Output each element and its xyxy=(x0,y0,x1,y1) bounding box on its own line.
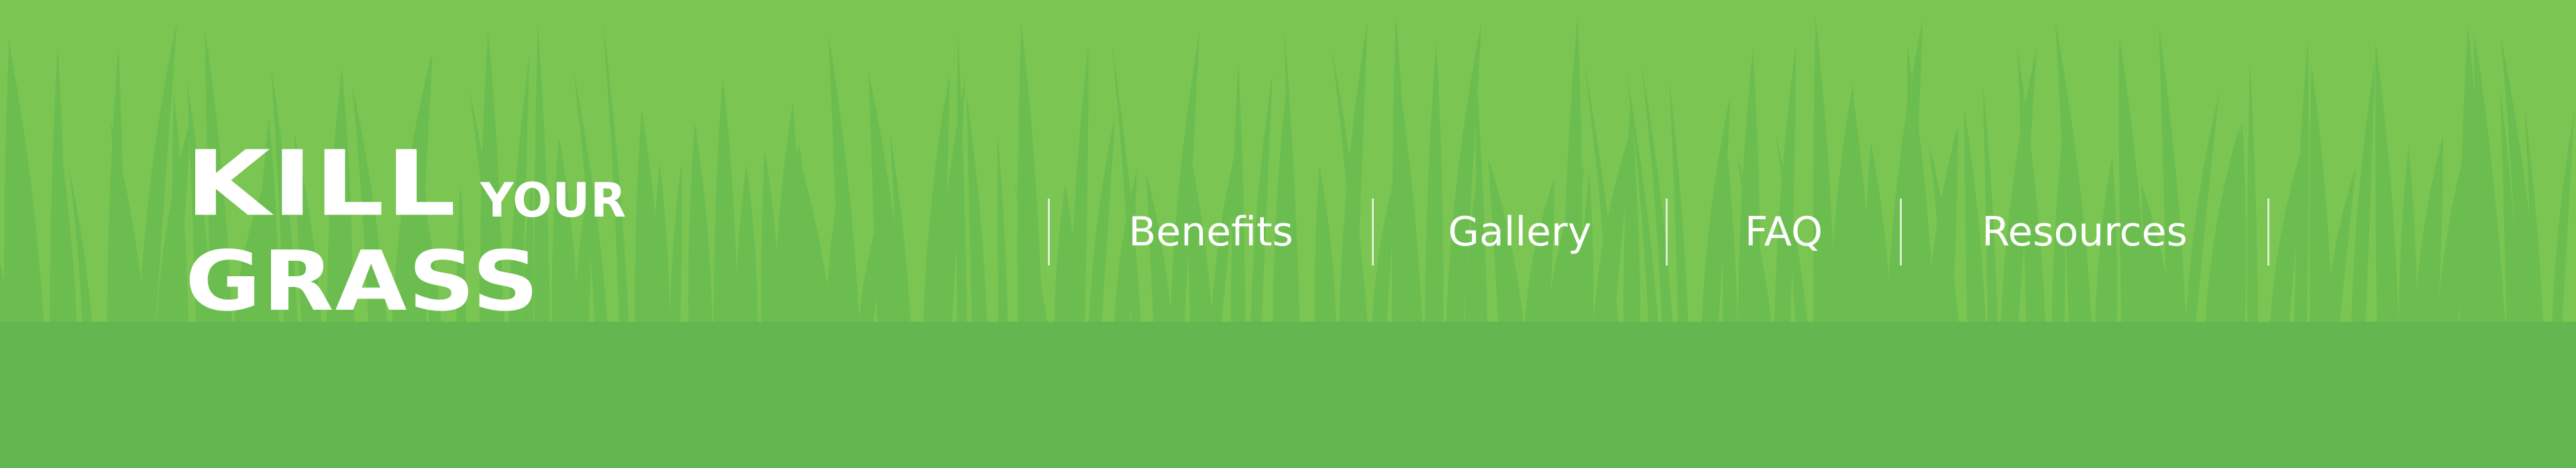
nav-benefits-link[interactable]: Benefits xyxy=(1050,198,1372,266)
nav-gallery-link[interactable]: Gallery xyxy=(1374,198,1666,266)
nav-resources-link[interactable]: Resources xyxy=(1902,198,2267,266)
site-header: KILL YOUR GRASS Benefits Gallery FAQ Res… xyxy=(0,0,2576,468)
main-navigation: Benefits Gallery FAQ Resources xyxy=(0,198,2576,268)
nav-divider xyxy=(2267,198,2269,266)
nav-faq-link[interactable]: FAQ xyxy=(1668,198,1900,266)
